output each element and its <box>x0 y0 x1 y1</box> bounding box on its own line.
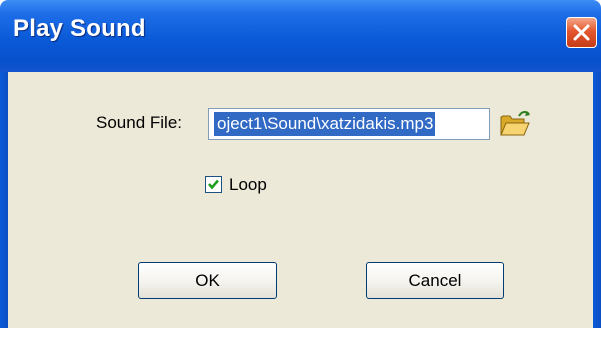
window-title: Play Sound <box>13 15 146 42</box>
sound-file-value: oject1\Sound\xatzidakis.mp3 <box>214 112 436 136</box>
window-frame-bottom <box>0 328 601 338</box>
close-button[interactable] <box>566 17 597 48</box>
folder-open-icon <box>500 110 530 136</box>
checkmark-icon <box>208 179 219 190</box>
title-bar[interactable]: Play Sound <box>0 0 601 72</box>
browse-button[interactable] <box>498 108 532 140</box>
window-frame-right <box>593 72 601 338</box>
sound-file-input[interactable]: oject1\Sound\xatzidakis.mp3 <box>208 108 490 140</box>
cancel-button[interactable]: Cancel <box>366 262 504 299</box>
close-icon <box>573 24 590 41</box>
sound-file-label: Sound File: <box>96 113 182 132</box>
play-sound-dialog: Play Sound Sound File: oject1\Sound\xatz… <box>0 0 601 338</box>
ok-button[interactable]: OK <box>138 262 277 299</box>
dialog-body: Sound File: oject1\Sound\xatzidakis.mp3 … <box>8 72 593 328</box>
loop-label: Loop <box>229 175 267 194</box>
loop-checkbox[interactable] <box>205 176 222 193</box>
window-frame-left <box>0 72 8 338</box>
